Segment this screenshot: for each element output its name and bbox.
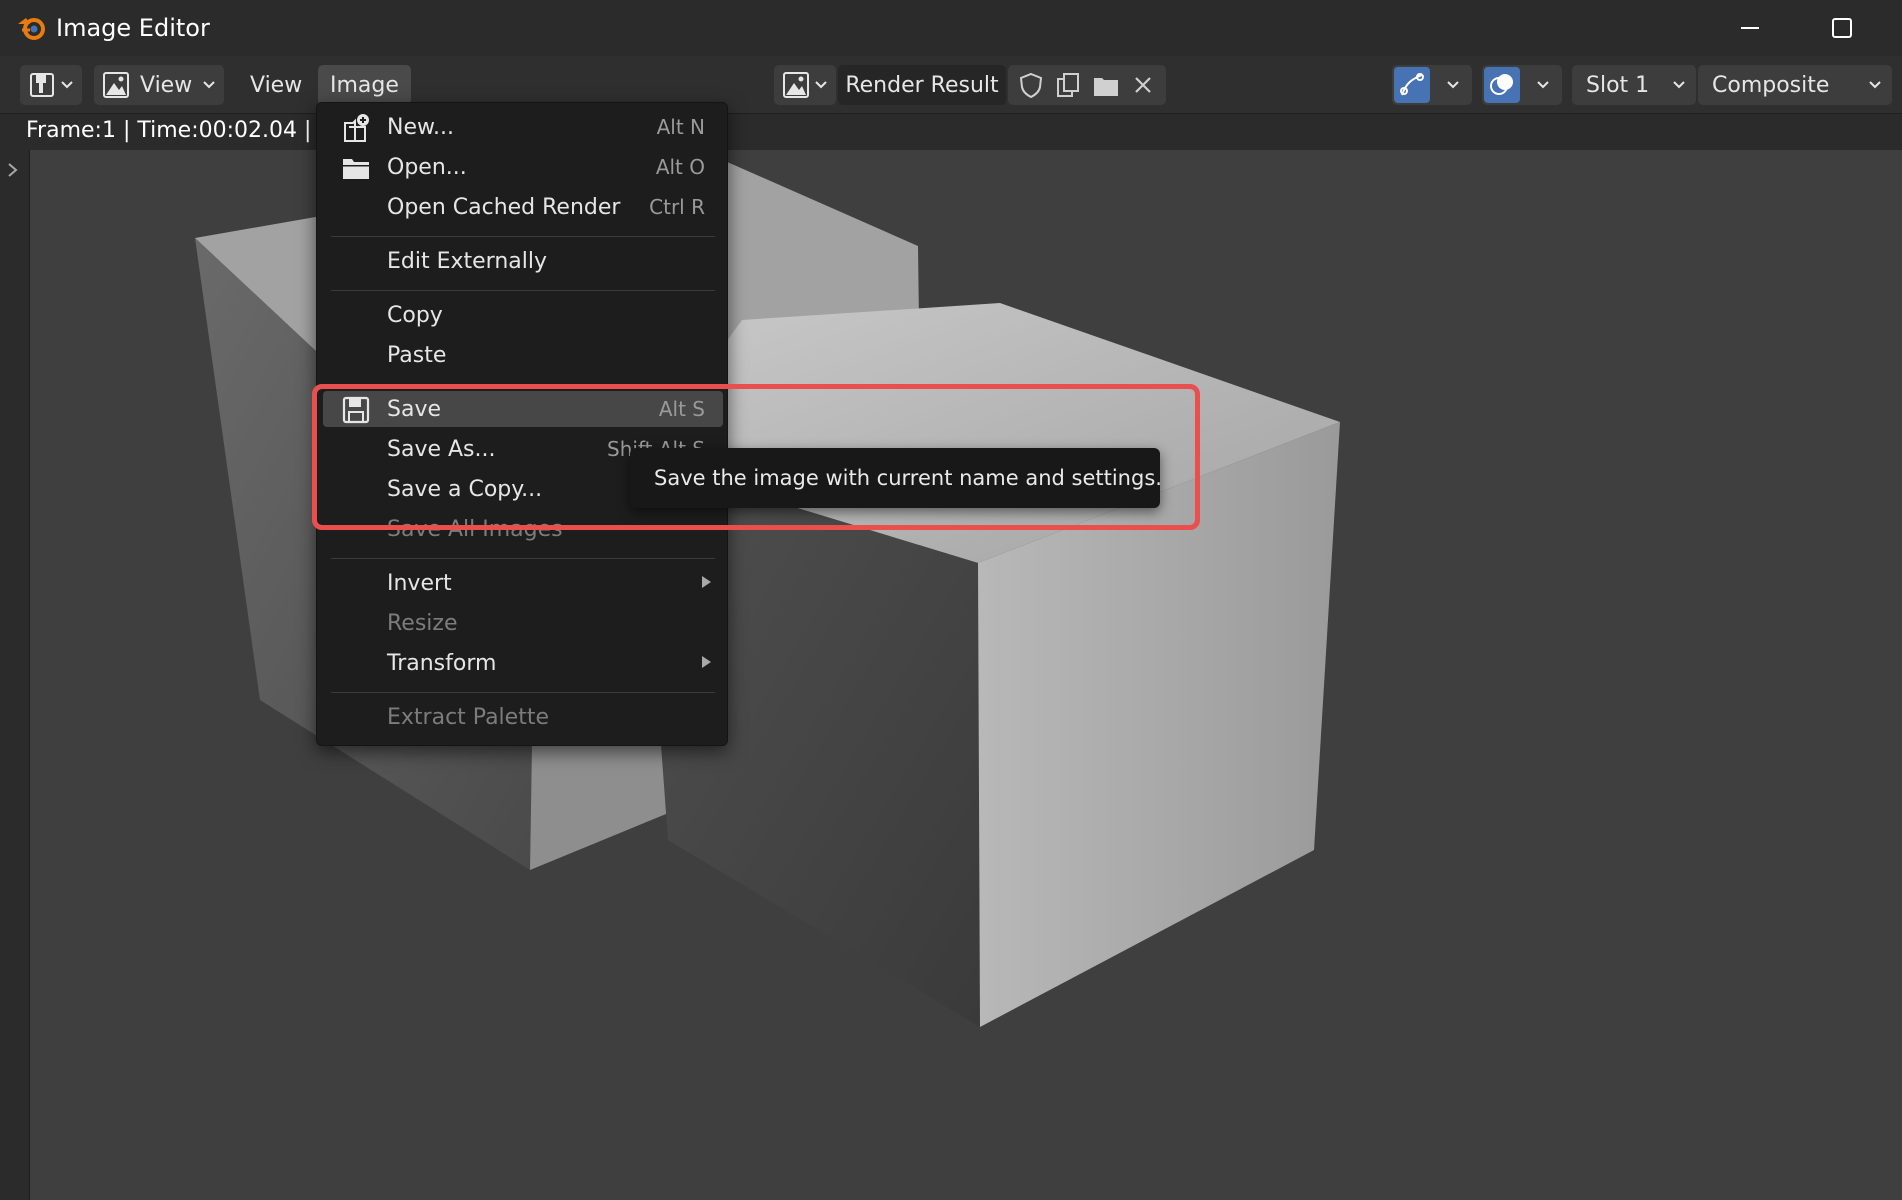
new-image-icon	[341, 113, 371, 143]
view-mode-label: View	[140, 72, 193, 98]
chevron-down-icon	[815, 81, 827, 89]
menu-separator	[331, 558, 715, 559]
menu-item-new[interactable]: New... Alt N	[323, 109, 723, 145]
menu-item-extract-palette[interactable]: Extract Palette	[323, 699, 723, 735]
menu-item-invert[interactable]: Invert	[323, 565, 723, 601]
overlay-dropdown[interactable]	[1482, 65, 1562, 105]
render-slot-label: Slot 1	[1586, 72, 1650, 98]
menu-item-open-cached-render[interactable]: Open Cached Render Ctrl R	[323, 189, 723, 225]
blender-logo-icon	[18, 18, 45, 40]
sidebar-toggle[interactable]	[2, 158, 24, 182]
editor-header: View View Image Render Result Slot 1 Com…	[0, 56, 1902, 114]
menu-view[interactable]: View	[238, 65, 314, 105]
image-browse-button[interactable]	[774, 65, 836, 105]
minimize-button[interactable]	[1726, 10, 1774, 46]
maximize-icon	[1832, 18, 1852, 38]
chevron-down-icon	[1673, 81, 1685, 89]
chevron-down-icon	[1447, 81, 1459, 89]
render-layer-dropdown[interactable]: Composite	[1698, 65, 1892, 105]
window-title: Image Editor	[56, 14, 210, 42]
render-layer-label: Composite	[1712, 72, 1830, 98]
highlight-box	[312, 384, 1200, 530]
frame-info-text: Frame:1 | Time:00:02.04 | M	[26, 118, 338, 143]
curve-tool-icon	[1394, 67, 1430, 103]
chevron-down-icon	[203, 81, 215, 89]
menu-item-copy[interactable]: Copy	[323, 297, 723, 333]
folder-open-icon[interactable]	[1092, 71, 1120, 99]
menu-item-paste[interactable]: Paste	[323, 337, 723, 373]
menu-item-resize[interactable]: Resize	[323, 605, 723, 641]
image-viewport[interactable]	[30, 150, 1902, 1200]
chevron-down-icon	[61, 81, 73, 89]
view-mode-dropdown[interactable]: View	[94, 65, 224, 105]
maximize-button[interactable]	[1818, 10, 1866, 46]
image-name-field[interactable]: Render Result	[838, 65, 1006, 105]
editor-type-selector[interactable]	[20, 65, 82, 105]
submenu-arrow-icon	[702, 656, 711, 668]
menu-image[interactable]: Image	[318, 65, 411, 105]
submenu-arrow-icon	[702, 576, 711, 588]
image-icon	[783, 72, 809, 98]
menu-separator	[331, 692, 715, 693]
menu-item-edit-externally[interactable]: Edit Externally	[323, 243, 723, 279]
image-datablock-actions	[1008, 65, 1166, 105]
chevron-down-icon	[1869, 81, 1881, 89]
image-editor-icon	[30, 73, 54, 97]
chevron-down-icon	[1537, 81, 1549, 89]
minimize-icon	[1741, 27, 1759, 29]
title-bar: Image Editor	[0, 0, 1902, 56]
render-slot-dropdown[interactable]: Slot 1	[1572, 65, 1696, 105]
duplicate-icon[interactable]	[1054, 71, 1082, 99]
overlay-icon	[1484, 67, 1520, 103]
render-image	[195, 150, 1340, 1027]
menu-item-open[interactable]: Open... Alt O	[323, 149, 723, 185]
folder-icon	[341, 153, 371, 183]
menu-separator	[331, 290, 715, 291]
image-name-label: Render Result	[845, 72, 999, 98]
close-icon[interactable]	[1129, 71, 1157, 99]
menu-item-transform[interactable]: Transform	[323, 645, 723, 681]
fake-user-shield-icon[interactable]	[1017, 71, 1045, 99]
image-icon	[103, 72, 129, 98]
left-region-edge	[0, 150, 30, 1200]
chevron-right-icon	[8, 163, 18, 177]
sample-tool-dropdown[interactable]	[1392, 65, 1472, 105]
menu-separator	[331, 236, 715, 237]
